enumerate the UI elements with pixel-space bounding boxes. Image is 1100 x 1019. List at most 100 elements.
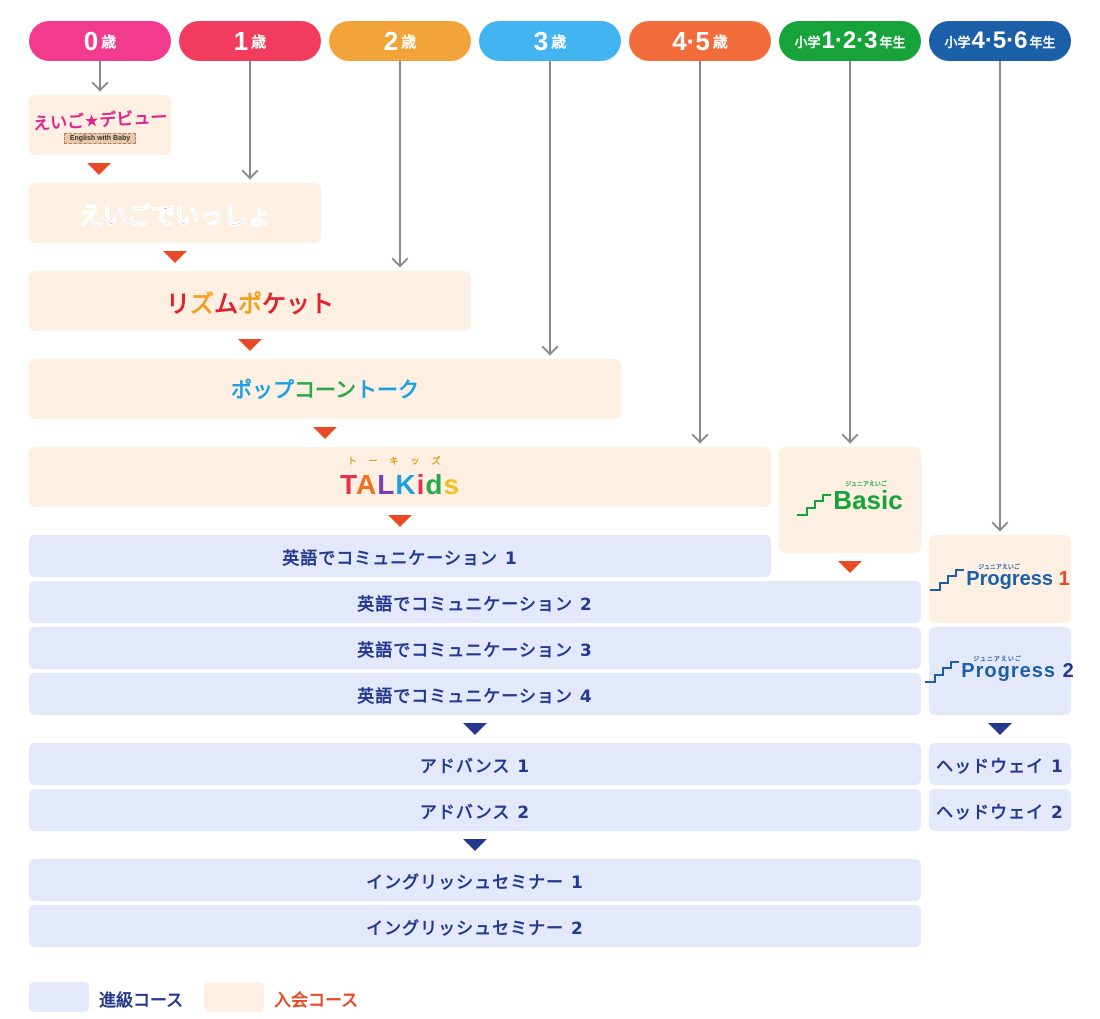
grade-pill-4-6: 小学 4·5·6 年生 [929,21,1071,61]
course-eigo-issho[interactable]: えいごでいっしょ [29,183,321,243]
popcorn-talk-char: コ [294,378,316,402]
popcorn-talk-char: プ [273,378,295,402]
age-unit: 歳 [251,32,267,51]
course-eigo-debut[interactable]: えいご★デビュー English with Baby [29,95,171,155]
connector-line-age-3 [549,61,551,353]
age-number: 2 [383,25,399,56]
course-communication-3[interactable]: 英語でコミュニケーション 3 [29,627,921,669]
connector-line-age-1 [249,61,251,177]
triangle-down-icon [388,515,412,527]
triangle-down-icon [988,723,1012,735]
course-advance-2[interactable]: アドバンス 2 [29,789,921,831]
course-junior-progress-1[interactable]: ジュニアえいご Progress 1 [929,535,1071,623]
age-pill-4-5: 4·5 歳 [629,21,771,61]
course-communication-1[interactable]: 英語でコミュニケーション 1 [29,535,771,577]
grade-number: 1·2·3 [821,27,878,54]
rhythm-pocket-char: ト [310,289,334,318]
age-pill-3: 3歳 [479,21,621,61]
course-headway-2[interactable]: ヘッドウェイ 2 [929,789,1071,831]
course-communication-2[interactable]: 英語でコミュニケーション 2 [29,581,921,623]
rhythm-pocket-char: ケ [262,289,286,318]
course-rhythm-pocket[interactable]: リズムポケット [29,271,471,331]
talkids-char: s [443,468,461,500]
course-label: 英語でコミュニケーション 2 [357,594,593,615]
triangle-down-icon [87,163,111,175]
connector-line-grade-4-6 [999,61,1001,529]
stairs-icon [925,660,960,683]
triangle-down-icon [463,839,487,851]
legend-label-advance: 進級コース [99,991,184,1011]
triangle-down-icon [238,339,262,351]
course-advance-1[interactable]: アドバンス 1 [29,743,921,785]
age-unit: 歳 [551,32,567,51]
course-label: イングリッシュセミナー 2 [366,918,584,939]
age-number: 1 [233,25,249,56]
grade-number: 4·5·6 [971,27,1028,54]
legend-swatch-entry [204,982,264,1012]
popcorn-talk-char: ー [315,378,335,402]
age-unit: 歳 [401,32,417,51]
popcorn-talk-char: ッ [252,378,274,402]
rhythm-pocket-char: リ [166,289,190,318]
course-label: 英語でコミュニケーション 4 [357,686,593,707]
eigo-issho-char: え [78,201,103,230]
age-pill-2: 2歳 [329,21,471,61]
junior-progress-2-word: Progress [961,659,1057,682]
junior-progress-2-number: 2 [1062,659,1075,682]
talkids-logo: トーキッズ TALKids [340,454,460,501]
course-label: 英語でコミュニケーション 3 [357,640,593,661]
course-seminar-2[interactable]: イングリッシュセミナー 2 [29,905,921,947]
arrow-down-icon [841,426,859,444]
talkids-char: K [395,468,417,500]
junior-progress-2-ruby: ジュニアえいご [973,656,1022,663]
grade-prefix: 小学 [944,35,971,51]
talkids-ruby: トーキッズ [347,456,453,467]
legend-swatch-advance [29,982,89,1012]
course-label: 英語でコミュニケーション 1 [282,548,518,569]
stairs-icon [930,568,965,591]
junior-basic-logo: ジュニアえいご Basic [797,482,903,516]
eigo-issho-char: っ [199,201,224,230]
triangle-down-icon [463,723,487,735]
connector-line-age-4-5 [699,61,701,441]
junior-progress-1-number: 1 [1058,567,1070,590]
arrow-down-icon [991,514,1009,532]
age-pill-0: 0歳 [29,21,171,61]
junior-progress-2-logo: ジュニアえいご Progress 2 [925,657,1075,683]
eigo-issho-char: で [151,201,176,230]
age-number: 0 [83,25,99,56]
eigo-debut-logo: えいご★デビュー English with Baby [33,106,168,144]
course-seminar-1[interactable]: イングリッシュセミナー 1 [29,859,921,901]
course-communication-4[interactable]: 英語でコミュニケーション 4 [29,673,921,715]
arrow-down-icon [241,162,259,180]
junior-progress-1-word: Progress [966,567,1054,590]
junior-basic-word: Basic [833,484,903,515]
arrow-down-icon [91,74,109,92]
junior-progress-1-logo: ジュニアえいご Progress 1 [930,565,1070,591]
eigo-issho-char: い [102,201,127,230]
course-label: アドバンス 1 [419,756,531,777]
talkids-char: A [355,468,378,500]
course-junior-basic[interactable]: ジュニアえいご Basic [779,447,921,553]
talkids-char: L [377,468,396,500]
grade-prefix: 小学 [794,35,821,51]
course-label: ヘッドウェイ 1 [936,756,1064,777]
course-headway-1[interactable]: ヘッドウェイ 1 [929,743,1071,785]
stairs-icon [797,493,832,516]
course-junior-progress-2[interactable]: ジュニアえいご Progress 2 [925,627,1074,715]
rhythm-pocket-logo: リズムポケット [166,284,334,319]
course-label: アドバンス 2 [419,802,531,823]
eigo-issho-char: し [223,201,248,230]
arrow-down-icon [691,426,709,444]
course-popcorn-talk[interactable]: ポップコーントーク [29,359,621,419]
eigo-issho-logo: えいごでいっしょ [78,196,271,231]
connector-line-grade-1-3 [849,61,851,441]
connector-line-age-2 [399,61,401,265]
eigo-issho-char: ご [126,201,152,230]
course-talkids[interactable]: トーキッズ TALKids [29,447,771,507]
popcorn-talk-char: ー [376,378,398,402]
popcorn-talk-char: ポ [231,378,253,402]
grade-pill-1-3: 小学 1·2·3 年生 [779,21,921,61]
legend-label-entry: 入会コース [274,991,359,1011]
talkids-char: T [339,468,356,500]
